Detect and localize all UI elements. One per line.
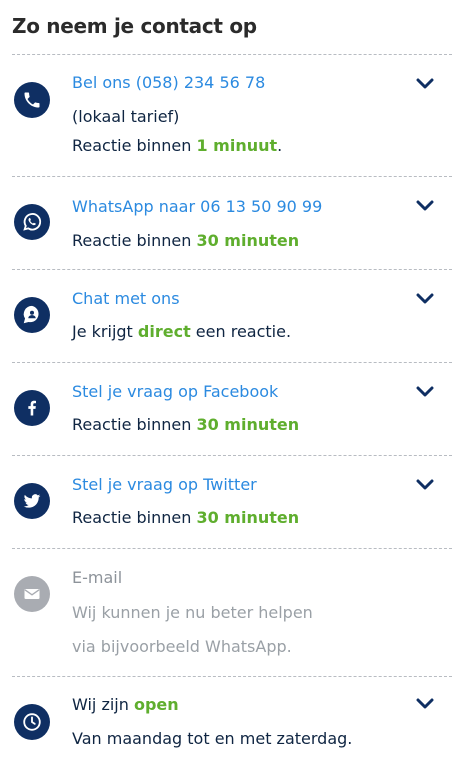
opening-days: Van maandag tot en met zaterdag. — [72, 729, 353, 748]
chevron-down-icon[interactable] — [416, 479, 434, 491]
reaction-time: 30 minuten — [196, 508, 300, 527]
email-note-line-1: Wij kunnen je nu beter helpen — [72, 603, 313, 622]
opening-status: Wij zijn open — [72, 695, 179, 714]
whatsapp-icon — [14, 204, 50, 240]
reaction-time: 30 minuten — [196, 231, 300, 250]
reaction-time: 30 minuten — [196, 415, 300, 434]
chevron-down-icon[interactable] — [416, 386, 434, 398]
contact-item-chat[interactable]: Chat met ons Je krijgt direct een reacti… — [0, 269, 462, 362]
facebook-icon — [14, 390, 50, 426]
chat-reaction-text: Je krijgt direct een reactie. — [72, 322, 292, 341]
contact-item-phone[interactable]: Bel ons (058) 234 56 78 (lokaal tarief) … — [0, 54, 462, 176]
phone-rate-note: (lokaal tarief) — [72, 107, 180, 126]
facebook-reaction-text: Reactie binnen 30 minuten — [72, 415, 300, 434]
whatsapp-link[interactable]: WhatsApp naar 06 13 50 90 99 — [72, 197, 322, 216]
contact-item-facebook[interactable]: Stel je vraag op Facebook Reactie binnen… — [0, 362, 462, 455]
contact-item-twitter[interactable]: Stel je vraag op Twitter Reactie binnen … — [0, 455, 462, 548]
contact-item-email: E-mail Wij kunnen je nu beter helpen via… — [0, 548, 462, 676]
reaction-time: direct — [137, 322, 191, 341]
phone-icon — [14, 82, 50, 118]
whatsapp-reaction-text: Reactie binnen 30 minuten — [72, 231, 300, 250]
contact-item-opening-hours[interactable]: Wij zijn open Van maandag tot en met zat… — [0, 676, 462, 780]
twitter-icon — [14, 483, 50, 519]
open-status-badge: open — [133, 695, 179, 714]
chevron-down-icon[interactable] — [416, 200, 434, 212]
chevron-down-icon[interactable] — [416, 78, 434, 90]
envelope-icon — [14, 576, 50, 612]
email-link: E-mail — [72, 568, 123, 587]
twitter-reaction-text: Reactie binnen 30 minuten — [72, 508, 300, 527]
facebook-link[interactable]: Stel je vraag op Facebook — [72, 382, 278, 401]
chat-link[interactable]: Chat met ons — [72, 289, 180, 308]
contact-panel: Zo neem je contact op Bel ons (058) 234 … — [0, 0, 462, 780]
phone-link[interactable]: Bel ons (058) 234 56 78 — [72, 73, 265, 92]
chevron-down-icon[interactable] — [416, 293, 434, 305]
chevron-down-icon[interactable] — [416, 698, 434, 710]
contact-item-whatsapp[interactable]: WhatsApp naar 06 13 50 90 99 Reactie bin… — [0, 176, 462, 269]
reaction-time: 1 minuut — [196, 136, 278, 155]
chat-icon — [14, 297, 50, 333]
page-title: Zo neem je contact op — [12, 14, 257, 38]
phone-reaction-text: Reactie binnen 1 minuut. — [72, 136, 283, 155]
email-note-line-2: via bijvoorbeeld WhatsApp. — [72, 637, 292, 656]
twitter-link[interactable]: Stel je vraag op Twitter — [72, 475, 257, 494]
clock-icon — [14, 704, 50, 740]
